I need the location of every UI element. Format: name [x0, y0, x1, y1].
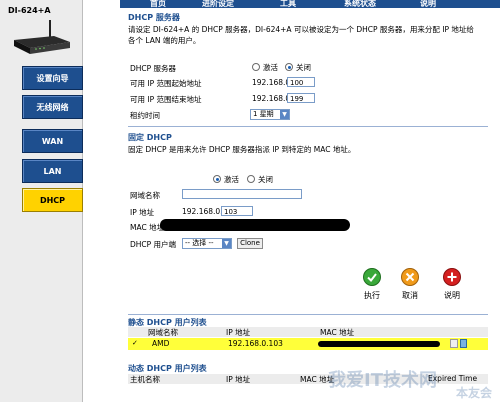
- lease-time-label: 租约时间: [130, 111, 160, 120]
- static-ip-prefix: 192.168.0.: [182, 207, 223, 216]
- static-disable-radio[interactable]: [247, 175, 255, 183]
- watermark-text: 我爱IT技术网: [328, 370, 437, 391]
- mac-redaction: [160, 219, 350, 231]
- cancel-label: 取消: [402, 291, 418, 300]
- dynamic-list-title: 动态 DHCP 用户列表: [128, 364, 207, 373]
- lease-time-select[interactable]: 1 星期 ▼: [250, 109, 290, 120]
- hostname-input[interactable]: [182, 189, 302, 199]
- static-enable-radio[interactable]: [213, 175, 221, 183]
- row-hostname: AMD: [152, 339, 170, 348]
- static-enable-label: 激活: [224, 175, 239, 184]
- dhcp-client-select[interactable]: -- 选择 -- ▼: [182, 238, 232, 249]
- help-button[interactable]: 说明: [438, 268, 466, 301]
- col-ip: IP 地址: [226, 328, 251, 337]
- apply-button[interactable]: 执行: [358, 268, 386, 301]
- col-dyn-hostname: 主机名称: [130, 375, 160, 384]
- dhcp-server-title: DHCP 服务器: [128, 13, 180, 22]
- row-checkbox[interactable]: ✓: [132, 339, 138, 347]
- list-divider: [128, 314, 488, 315]
- section-divider: [128, 126, 488, 127]
- watermark-brand: 本友会: [456, 386, 493, 400]
- plus-icon: [443, 268, 461, 286]
- apply-label: 执行: [364, 291, 380, 300]
- dhcp-disable-label: 关闭: [296, 63, 311, 72]
- static-dhcp-title: 固定 DHCP: [128, 133, 172, 142]
- sidebar-item-wireless[interactable]: 无线网络: [22, 95, 83, 119]
- static-ip-label: IP 地址: [130, 208, 155, 217]
- edit-icon[interactable]: [450, 339, 458, 348]
- sidebar-item-wan[interactable]: WAN: [22, 129, 83, 153]
- sidebar: DI-624+A 设置向导 无线网络 WAN LAN DHCP: [0, 0, 83, 402]
- dhcp-server-description: 请设定 DI-624+A 的 DHCP 服务器，DI-624+A 可以被设定为一…: [128, 25, 474, 45]
- dhcp-client-label: DHCP 用户端: [130, 240, 177, 249]
- router-icon: [14, 20, 70, 54]
- top-nav: 首页 进阶设定 工具 系统状态 说明: [120, 0, 500, 8]
- clone-button[interactable]: Clone: [237, 238, 263, 249]
- start-ip-input[interactable]: 100: [287, 77, 315, 87]
- dhcp-server-label: DHCP 服务器: [130, 64, 177, 73]
- row-mac-redaction: [318, 341, 440, 347]
- main-panel: DHCP 服务器 请设定 DI-624+A 的 DHCP 服务器，DI-624+…: [124, 8, 500, 402]
- help-label: 说明: [444, 291, 460, 300]
- chevron-down-icon: ▼: [280, 110, 289, 119]
- start-ip-label: 可用 IP 范围起始地址: [130, 79, 202, 88]
- dhcp-enable-label: 激活: [263, 63, 278, 72]
- sidebar-item-lan[interactable]: LAN: [22, 159, 83, 183]
- sidebar-item-wizard[interactable]: 设置向导: [22, 66, 83, 90]
- static-dhcp-description: 固定 DHCP 是用来允许 DHCP 服务器指派 IP 到特定的 MAC 地址。: [128, 145, 356, 154]
- static-disable-label: 关闭: [258, 175, 273, 184]
- dhcp-client-value: -- 选择 --: [185, 239, 214, 247]
- col-mac: MAC 地址: [320, 328, 355, 337]
- end-ip-input[interactable]: 199: [287, 93, 315, 103]
- model-label: DI-624+A: [8, 6, 51, 15]
- dhcp-enable-radio[interactable]: [252, 63, 260, 71]
- lease-time-value: 1 星期: [253, 110, 274, 118]
- mac-label: MAC 地址: [130, 223, 165, 232]
- static-list-header: 网域名称 IP 地址 MAC 地址: [128, 327, 488, 337]
- end-ip-label: 可用 IP 范围结束地址: [130, 95, 202, 104]
- hostname-label: 网域名称: [130, 191, 160, 200]
- cancel-icon: [401, 268, 419, 286]
- static-ip-input[interactable]: 103: [221, 206, 253, 216]
- row-ip: 192.168.0.103: [228, 339, 283, 348]
- chevron-down-icon: ▼: [222, 239, 231, 248]
- table-row[interactable]: ✓ AMD 192.168.0.103: [128, 338, 488, 350]
- col-dyn-ip: IP 地址: [226, 375, 251, 384]
- cancel-button[interactable]: 取消: [396, 268, 424, 301]
- sidebar-item-dhcp[interactable]: DHCP: [22, 188, 83, 212]
- check-icon: [363, 268, 381, 286]
- col-hostname: 网域名称: [148, 328, 178, 337]
- trash-icon[interactable]: [460, 339, 467, 348]
- watermark: 我爱IT技术网 本友会: [328, 362, 500, 402]
- dhcp-disable-radio[interactable]: [285, 63, 293, 71]
